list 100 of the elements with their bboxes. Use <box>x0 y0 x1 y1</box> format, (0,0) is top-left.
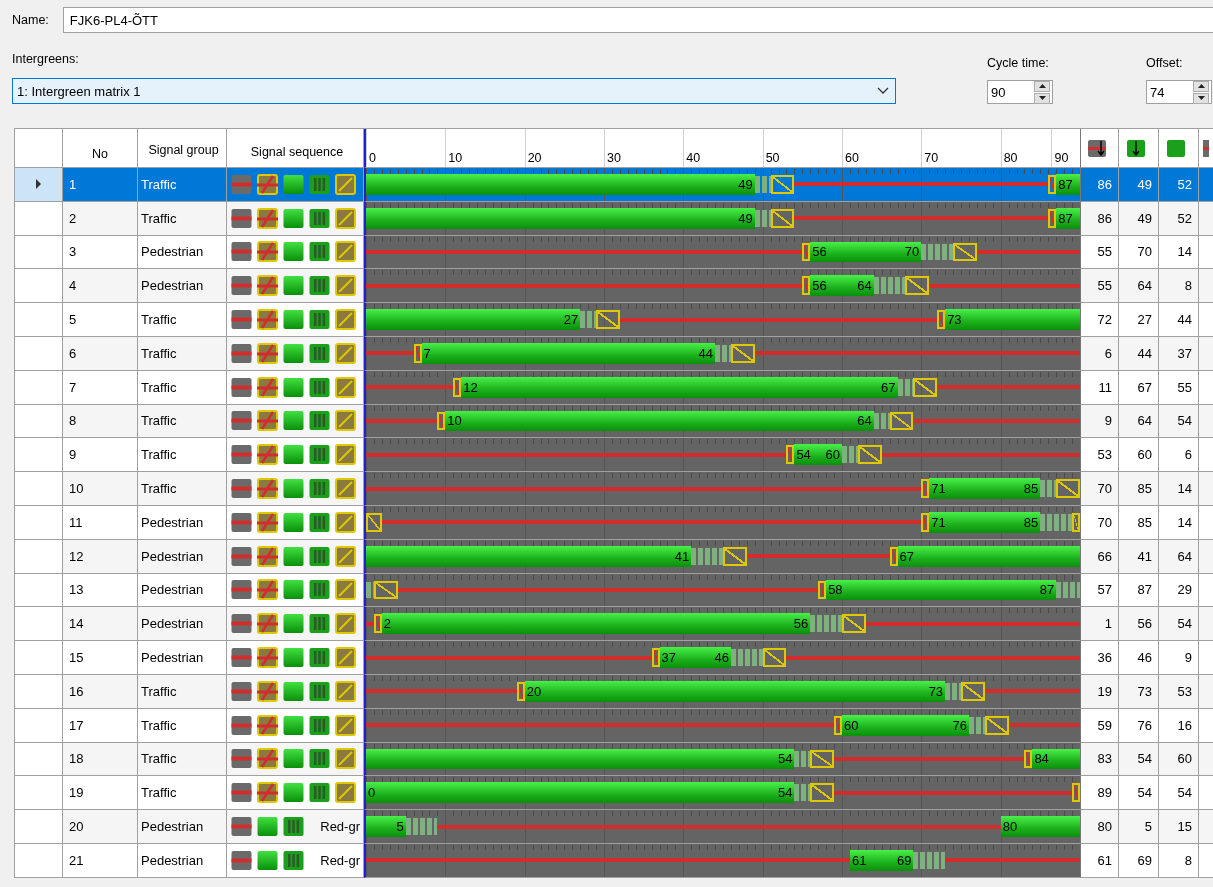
table-cell: 83 <box>1081 742 1119 777</box>
offset-spinner[interactable]: 74 <box>1146 80 1212 104</box>
timeline-track[interactable]: 61 69 <box>364 843 1081 878</box>
row-selector[interactable] <box>15 168 63 202</box>
stop-signal-icon <box>231 782 252 804</box>
name-label: Name: <box>12 13 49 27</box>
timeline-track[interactable]: 54 84 <box>364 742 1081 777</box>
blinking-signal-icon <box>309 478 330 500</box>
caution-interval-marker <box>770 175 795 194</box>
timeline-track[interactable]: 60 76 <box>364 708 1081 743</box>
row-selector[interactable] <box>15 776 63 811</box>
row-selector[interactable] <box>15 337 63 371</box>
spin-down-button[interactable] <box>1193 92 1209 104</box>
go-interval-bar[interactable]: 73 <box>945 309 1080 330</box>
go-interval-bar[interactable]: 56 64 <box>810 275 874 297</box>
row-selector[interactable] <box>15 404 63 439</box>
go-interval-bar[interactable]: 0 54 <box>366 782 795 804</box>
go-interval-bar[interactable]: 67 <box>897 545 1080 567</box>
stop-signal-icon <box>231 376 252 398</box>
go-interval-bar[interactable]: 20 73 <box>524 680 946 702</box>
ready-signal-icon <box>257 207 278 229</box>
go-interval-bar[interactable]: 87 <box>1056 174 1080 195</box>
timeline-track[interactable]: 56 70 <box>364 235 1081 270</box>
blinking-signal-icon <box>309 309 330 331</box>
timeline-track[interactable]: 20 73 <box>364 674 1081 709</box>
timeline-track[interactable]: 2 56 <box>364 607 1081 642</box>
phase-end-label: 73 <box>928 683 944 699</box>
row-selector[interactable] <box>15 303 63 337</box>
name-field[interactable]: FJK6-PL4-ÕTT <box>62 7 1213 33</box>
go-interval-bar[interactable]: 87 <box>1056 207 1080 229</box>
go-interval-bar[interactable]: 5 <box>366 816 406 837</box>
row-selector[interactable] <box>15 843 63 878</box>
row-selector[interactable] <box>15 438 63 473</box>
go-interval-bar[interactable]: 80 <box>1000 816 1080 837</box>
spin-up-button[interactable] <box>1193 80 1209 92</box>
table-cell: 4 <box>63 269 138 304</box>
go-interval-bar[interactable]: 41 <box>366 545 692 567</box>
timeline-track[interactable]: 56 64 <box>364 269 1081 304</box>
timeline-track[interactable]: 10 64 <box>364 404 1081 439</box>
table-cell: 5 <box>63 303 138 337</box>
time-axis-label: 90 <box>1051 129 1069 167</box>
sequence-label: Red-gr <box>320 819 361 835</box>
go-interval-bar[interactable]: 71 85 <box>929 511 1041 533</box>
timeline-track[interactable]: 7 44 <box>364 337 1081 371</box>
phase-end-label: 27 <box>563 312 579 328</box>
go-interval-bar[interactable]: 56 70 <box>810 241 922 263</box>
row-selector[interactable] <box>15 708 63 743</box>
go-interval-bar[interactable]: 60 76 <box>842 714 969 736</box>
row-selector[interactable] <box>15 810 63 844</box>
table-cell: 6 <box>1081 337 1119 371</box>
row-selector[interactable] <box>15 235 63 270</box>
timeline-track[interactable]: 71 85 <box>364 472 1081 506</box>
spin-down-button[interactable] <box>1034 92 1050 104</box>
go-interval-bar[interactable]: 58 87 <box>826 579 1057 601</box>
timeline-track[interactable]: 54 60 <box>364 438 1081 473</box>
row-selector[interactable] <box>15 201 63 236</box>
go-interval-bar[interactable]: 7 44 <box>421 343 716 364</box>
column-header[interactable] <box>1119 129 1159 168</box>
cycle-time-spinner[interactable]: 90 <box>987 80 1053 104</box>
timeline-track[interactable]: 41 67 <box>364 539 1081 574</box>
timeline-track[interactable]: 37 46 <box>364 641 1081 675</box>
go-interval-bar[interactable]: 71 85 <box>929 478 1041 499</box>
spin-up-button[interactable] <box>1034 80 1050 92</box>
row-selector[interactable] <box>15 674 63 709</box>
timeline-track[interactable]: 49 87 <box>364 201 1081 236</box>
timeline-track[interactable]: 0 54 <box>364 776 1081 811</box>
row-selector[interactable] <box>15 505 63 540</box>
column-header[interactable] <box>1081 129 1119 168</box>
ready-signal-icon <box>257 545 278 567</box>
row-selector[interactable] <box>15 370 63 405</box>
row-selector[interactable] <box>15 641 63 675</box>
timeline-track[interactable]: 71 85 <box>364 505 1081 540</box>
go-interval-bar[interactable]: 54 <box>366 748 795 770</box>
timeline-track[interactable]: 49 87 <box>364 168 1081 202</box>
go-interval-bar[interactable]: 27 <box>366 309 581 330</box>
row-selector[interactable] <box>15 539 63 574</box>
table-cell: 55 <box>1081 235 1119 270</box>
go-interval-bar[interactable]: 61 69 <box>849 849 914 871</box>
time-axis-label: 0 <box>366 129 376 167</box>
row-selector[interactable] <box>15 269 63 304</box>
timeline-track[interactable]: 12 67 <box>364 370 1081 405</box>
go-interval-bar[interactable]: 49 <box>366 207 755 229</box>
go-interval-bar[interactable]: 37 46 <box>659 647 731 668</box>
ready-interval-marker <box>453 377 462 397</box>
go-interval-bar[interactable]: 49 <box>366 174 755 195</box>
phase-end-label: 49 <box>738 210 753 226</box>
row-selector[interactable] <box>15 607 63 642</box>
go-interval-bar[interactable]: 2 56 <box>381 613 811 635</box>
go-interval-bar[interactable]: 54 60 <box>794 444 842 466</box>
go-interval-bar[interactable]: 84 <box>1032 748 1080 770</box>
timeline-track[interactable]: 58 87 <box>364 573 1081 608</box>
intergreens-dropdown[interactable]: 1: Intergreen matrix 1 <box>12 78 896 104</box>
row-selector[interactable] <box>15 742 63 777</box>
timeline-track[interactable]: 5 80 <box>364 810 1081 844</box>
timeline-track[interactable]: 27 73 <box>364 303 1081 337</box>
go-interval-bar[interactable]: 12 67 <box>461 376 898 398</box>
go-interval-bar[interactable]: 10 64 <box>445 410 874 432</box>
phase-end-label: 41 <box>674 548 690 564</box>
row-selector[interactable] <box>15 573 63 608</box>
row-selector[interactable] <box>15 472 63 506</box>
